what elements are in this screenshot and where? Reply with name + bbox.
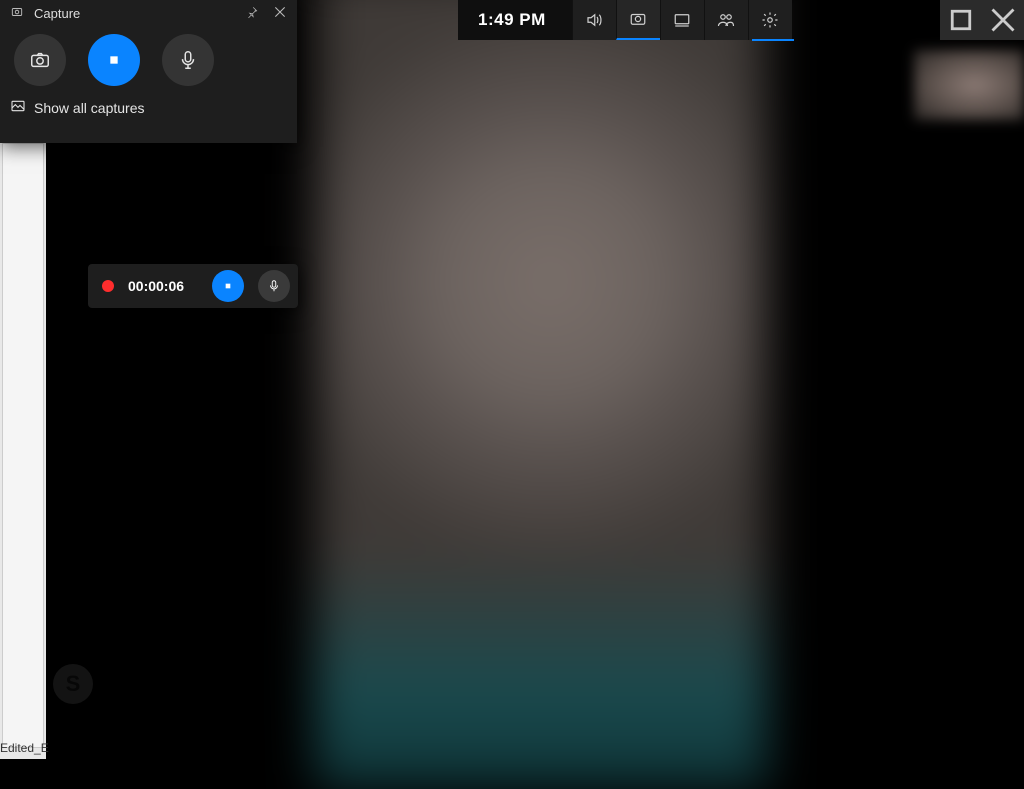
close-icon[interactable] [269, 4, 291, 23]
active-widget-indicator [752, 39, 794, 41]
capture-button-row [0, 26, 297, 92]
social-widget-button[interactable] [704, 0, 748, 40]
capture-header-icon [6, 5, 28, 22]
microphone-toggle-button[interactable] [162, 34, 214, 86]
screenshot-button[interactable] [14, 34, 66, 86]
game-bar: 1:49 PM [458, 0, 792, 40]
recording-indicator-icon [102, 280, 114, 292]
desktop-file-label: Edited_E [0, 741, 49, 755]
game-bar-hub: 1:49 PM [458, 0, 572, 40]
show-all-captures-label: Show all captures [34, 100, 145, 116]
recording-status-pill[interactable]: 00:00:06 [88, 264, 298, 308]
settings-widget-button[interactable] [748, 0, 792, 40]
capture-widget-header[interactable]: Capture [0, 0, 297, 26]
pill-microphone-button[interactable] [258, 270, 290, 302]
performance-widget-button[interactable] [660, 0, 704, 40]
recording-elapsed-time: 00:00:06 [128, 278, 198, 294]
capture-widget: Capture Show all captures [0, 0, 297, 143]
game-bar-clock: 1:49 PM [478, 10, 546, 30]
skype-icon: S [53, 664, 93, 704]
gallery-icon [10, 98, 26, 117]
window-controls [940, 0, 1024, 40]
remote-video-feed [315, 0, 766, 789]
stop-recording-button[interactable] [88, 34, 140, 86]
audio-widget-button[interactable] [572, 0, 616, 40]
desktop-window-edge [2, 143, 44, 748]
restore-window-button[interactable] [940, 0, 982, 40]
capture-widget-title: Capture [34, 6, 80, 21]
pin-icon[interactable] [241, 5, 263, 22]
self-video-pip[interactable] [914, 50, 1024, 120]
show-all-captures-link[interactable]: Show all captures [0, 92, 297, 117]
close-window-button[interactable] [982, 0, 1024, 40]
pill-stop-button[interactable] [212, 270, 244, 302]
capture-widget-button[interactable] [616, 0, 660, 40]
